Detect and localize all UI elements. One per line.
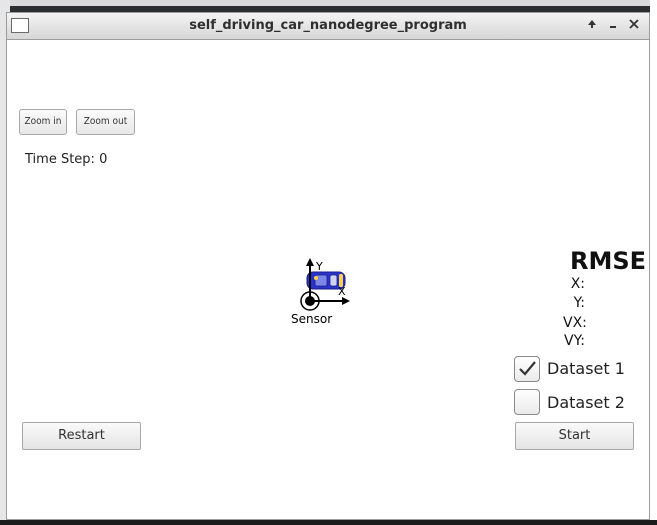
time-step-value: 0 xyxy=(99,152,108,167)
check-icon xyxy=(519,361,536,376)
rmse-vx-label: VX: xyxy=(563,315,587,331)
time-step-readout: Time Step: 0 xyxy=(25,152,107,167)
minimize-icon[interactable] xyxy=(603,17,623,35)
dataset-2-label[interactable]: Dataset 2 xyxy=(547,393,625,412)
zoom-out-button[interactable]: Zoom out xyxy=(76,109,135,135)
axis-x-label: X xyxy=(338,285,346,298)
x-axis-arrow-icon xyxy=(342,297,350,305)
close-icon[interactable] xyxy=(624,17,644,35)
simulator-window: Zoom in Zoom out Time Step: 0 Y X Sensor… xyxy=(6,40,650,520)
y-axis-arrow-icon xyxy=(306,258,314,266)
window-title: self_driving_car_nanodegree_program xyxy=(189,18,467,33)
desktop-top-bar xyxy=(0,0,657,6)
axis-y-label: Y xyxy=(315,260,323,273)
restart-button[interactable]: Restart xyxy=(22,422,141,450)
time-step-label: Time Step: xyxy=(25,152,95,167)
sensor-label: Sensor xyxy=(291,312,332,326)
start-button[interactable]: Start xyxy=(515,422,634,450)
rmse-y-label: Y: xyxy=(573,295,585,311)
rmse-x-label: X: xyxy=(570,276,585,292)
simulation-scene: Y X Sensor xyxy=(291,258,350,326)
rmse-vy-label: VY: xyxy=(564,333,585,349)
dataset-1-label[interactable]: Dataset 1 xyxy=(547,359,625,378)
desktop-right-edge xyxy=(650,0,657,525)
up-arrow-icon[interactable] xyxy=(582,17,602,35)
window-titlebar[interactable]: self_driving_car_nanodegree_program xyxy=(6,12,650,40)
zoom-in-button[interactable]: Zoom in xyxy=(19,109,67,135)
dataset-2-checkbox[interactable] xyxy=(514,389,540,415)
desktop-bottom-edge xyxy=(0,520,657,525)
rmse-title: RMSE xyxy=(570,247,647,275)
dataset-1-checkbox[interactable] xyxy=(514,356,540,382)
